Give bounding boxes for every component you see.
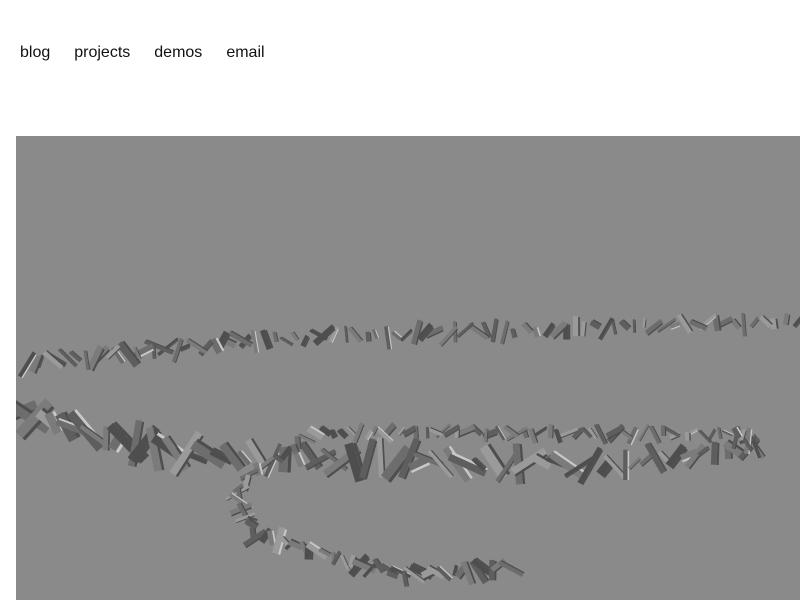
- domino-slab: [399, 328, 413, 342]
- domino-slab: [300, 334, 310, 348]
- domino-slab: [365, 331, 372, 342]
- domino-slab: [716, 426, 723, 440]
- domino-slab: [500, 320, 510, 345]
- domino-slab: [782, 313, 791, 326]
- domino-slab: [428, 427, 444, 437]
- nav-link-blog[interactable]: blog: [20, 43, 50, 63]
- domino-slab: [359, 438, 378, 480]
- domino-slab: [259, 329, 274, 351]
- domino-slab: [272, 331, 279, 343]
- domino-slab: [340, 554, 351, 571]
- domino-slab: [290, 331, 300, 342]
- domino-slab: [336, 428, 349, 440]
- domino-slab: [589, 319, 602, 330]
- domino-slab: [344, 325, 349, 343]
- domino-slab: [384, 326, 393, 350]
- domino-slab: [83, 350, 91, 371]
- spiral-slab-scene: [16, 312, 800, 587]
- domino-slab: [710, 441, 720, 465]
- nav-link-email[interactable]: email: [226, 43, 264, 63]
- 3d-demo-canvas[interactable]: [16, 136, 800, 600]
- domino-slab: [490, 318, 499, 343]
- domino-slab: [721, 429, 734, 437]
- domino-slab: [279, 336, 294, 347]
- domino-slab: [401, 570, 410, 587]
- top-nav: blog projects demos email: [20, 42, 265, 64]
- domino-slab: [637, 423, 650, 442]
- domino-slab: [623, 449, 630, 481]
- domino-slab: [642, 318, 647, 328]
- domino-slab: [580, 320, 587, 337]
- domino-slab: [684, 431, 691, 441]
- domino-slab: [498, 560, 525, 578]
- nav-link-demos[interactable]: demos: [154, 43, 202, 63]
- domino-slab: [648, 425, 662, 445]
- nav-link-projects[interactable]: projects: [74, 43, 130, 63]
- domino-slab: [250, 330, 260, 354]
- domino-slab: [660, 425, 667, 437]
- domino-slab: [346, 426, 357, 436]
- domino-slab: [364, 429, 374, 441]
- domino-slab: [618, 319, 632, 331]
- domino-slab: [792, 314, 800, 329]
- domino-slab: [483, 427, 489, 443]
- domino-slab: [572, 316, 580, 337]
- domino-slab: [391, 330, 403, 341]
- domino-slab: [749, 316, 760, 329]
- domino-slab: [425, 426, 430, 439]
- domino-slab: [741, 312, 747, 337]
- domino-slab: [372, 329, 380, 340]
- domino-slab: [531, 326, 541, 338]
- domino-slab: [521, 321, 534, 334]
- domino-slab: [598, 317, 614, 341]
- domino-slab: [509, 328, 518, 339]
- domino-slab: [347, 326, 364, 344]
- domino-slab: [632, 319, 637, 333]
- domino-slab: [547, 424, 555, 439]
